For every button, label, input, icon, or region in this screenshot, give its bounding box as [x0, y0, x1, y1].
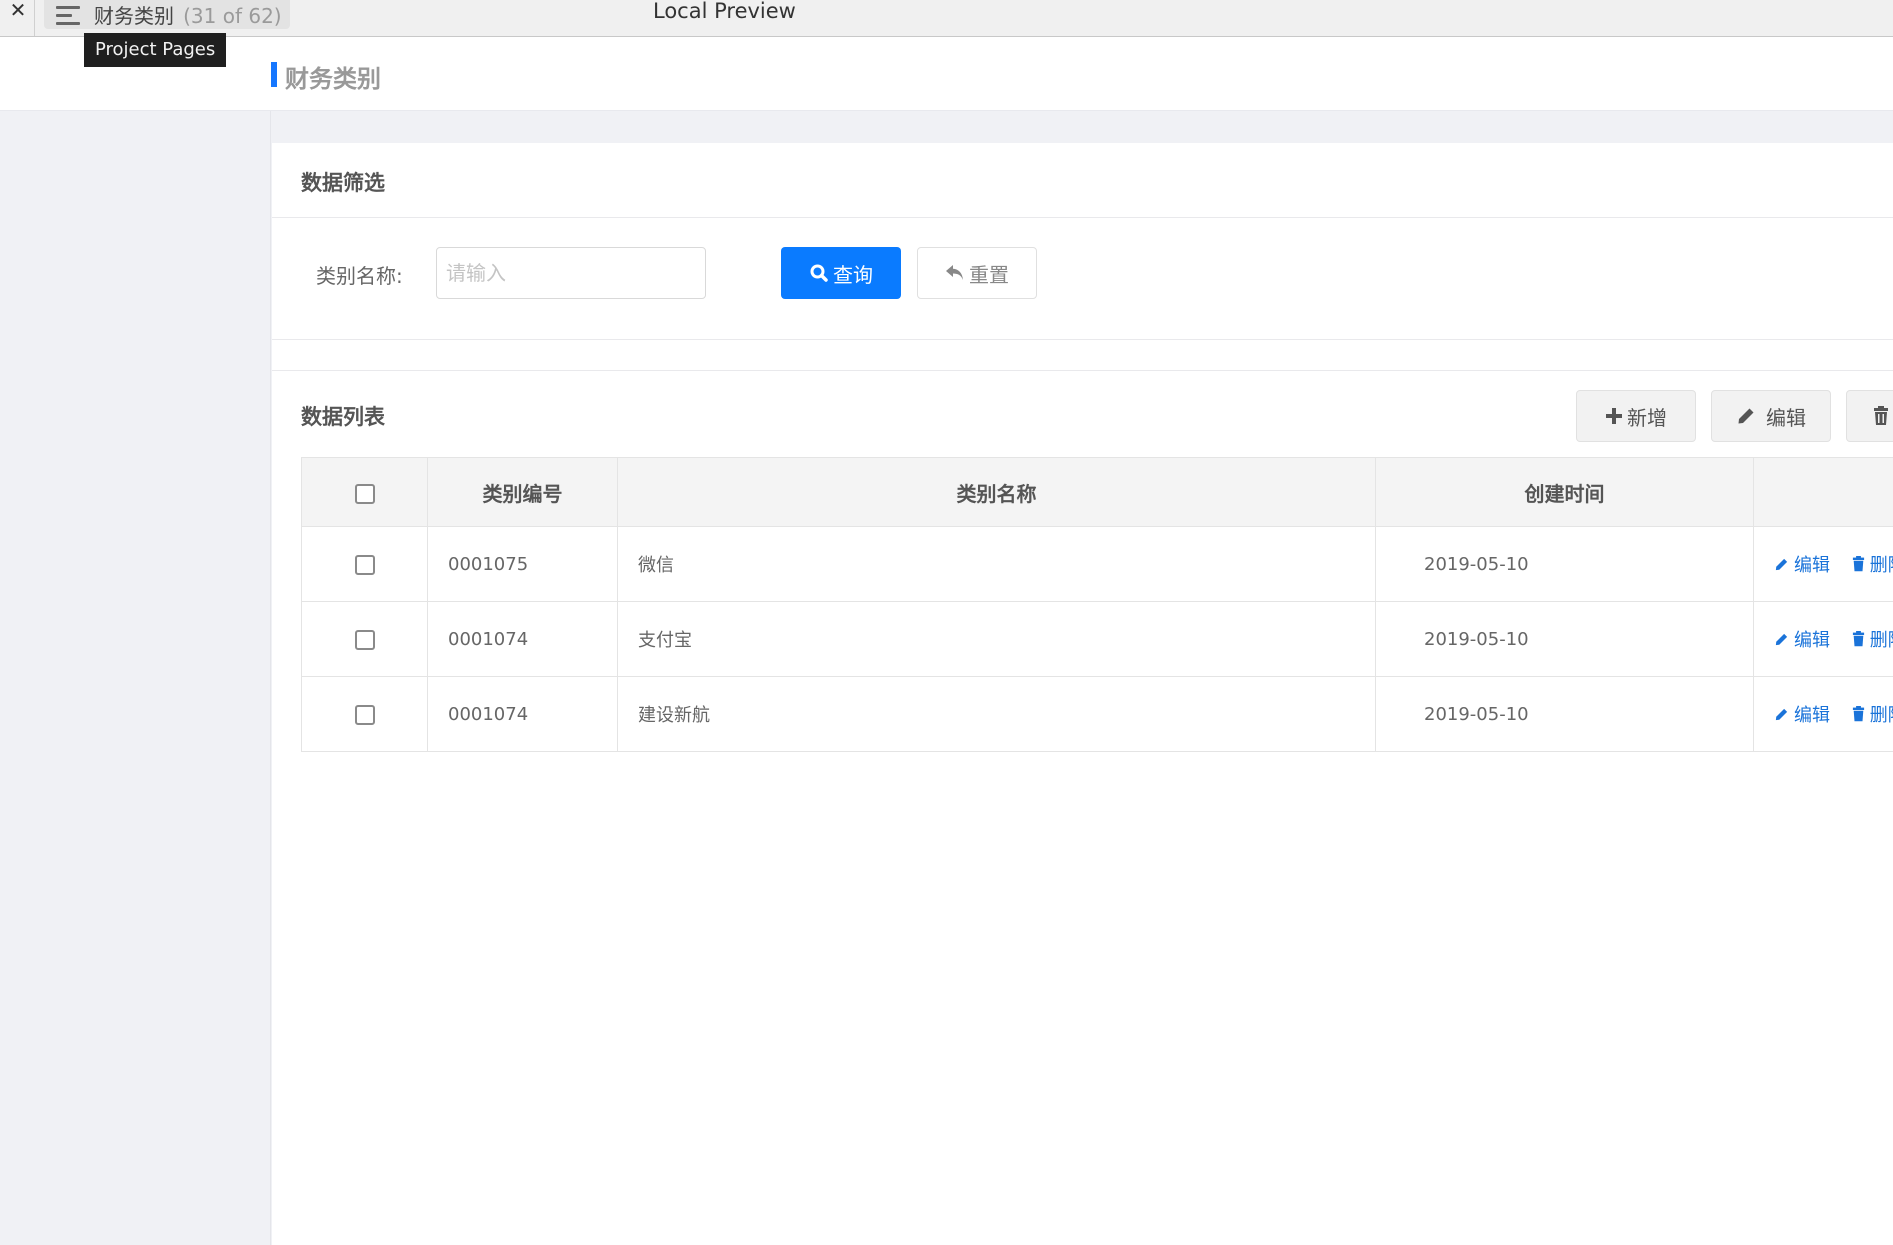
column-header[interactable]: 创建时间: [1375, 457, 1754, 527]
window-title: Local Preview: [653, 0, 796, 23]
row-checkbox[interactable]: [354, 554, 375, 575]
query-button[interactable]: 查询: [781, 247, 901, 299]
plus-icon: [1606, 408, 1622, 424]
row-checkbox[interactable]: [354, 629, 375, 650]
row-select-cell: [301, 526, 428, 602]
row-delete-label: 删除: [1869, 554, 1893, 576]
row-checkbox[interactable]: [354, 704, 375, 725]
created-date: 2019-05-10: [1375, 676, 1754, 752]
edit-label: 编辑: [1766, 405, 1806, 430]
row-edit-link[interactable]: 编辑: [1774, 701, 1830, 727]
query-label: 查询: [833, 262, 873, 287]
column-header[interactable]: 类别编号: [427, 457, 618, 527]
row-actions: 编辑 删除: [1753, 676, 1893, 752]
category-name-label: 类别名称:: [316, 264, 403, 288]
trash-icon: [1874, 406, 1888, 425]
row-delete-link[interactable]: 删除: [1852, 701, 1893, 727]
search-icon: [810, 264, 828, 282]
select-all-checkbox[interactable]: [354, 483, 375, 504]
row-actions: 编辑 删除: [1753, 526, 1893, 602]
pencil-icon: [1775, 708, 1788, 720]
category-table: 类别编号 类别名称 创建时间 0001075 微信 2019-05-10 编辑: [301, 457, 1893, 752]
select-all-cell: [301, 457, 428, 527]
main-content: 数据筛选 类别名称: 查询 重置 数据列表 新增 编辑: [272, 143, 1893, 1245]
column-header[interactable]: 类别名称: [617, 457, 1376, 527]
reply-icon: [946, 265, 963, 280]
add-label: 新增: [1627, 405, 1667, 430]
page-header: 财务类别: [0, 37, 1893, 111]
category-name: 建设新航: [617, 676, 1376, 752]
category-name: 支付宝: [617, 601, 1376, 677]
window-title-bar: ✕ 财务类别 (31 of 62) Local Preview: [0, 0, 1893, 37]
category-id: 0001075: [427, 526, 618, 602]
category-id: 0001074: [427, 601, 618, 677]
add-button[interactable]: 新增: [1576, 390, 1696, 442]
edit-button[interactable]: 编辑: [1711, 390, 1831, 442]
title-accent-bar: [271, 62, 277, 87]
table-row: 0001074 建设新航 2019-05-10 编辑 删除: [301, 676, 1893, 752]
column-header: [1753, 457, 1893, 527]
row-edit-link[interactable]: 编辑: [1774, 626, 1830, 652]
divider: [272, 217, 1893, 218]
table-row: 0001075 微信 2019-05-10 编辑 删除: [301, 526, 1893, 602]
tooltip: Project Pages: [84, 33, 227, 67]
trash-icon: [1852, 705, 1864, 721]
row-select-cell: [301, 601, 428, 677]
created-date: 2019-05-10: [1375, 526, 1754, 602]
category-id: 0001074: [427, 676, 618, 752]
row-select-cell: [301, 676, 428, 752]
reset-label: 重置: [969, 262, 1009, 287]
trash-icon: [1852, 555, 1864, 571]
table-row: 0001074 支付宝 2019-05-10 编辑 删除: [301, 601, 1893, 677]
delete-button[interactable]: [1846, 390, 1893, 442]
category-name-input[interactable]: [436, 247, 706, 299]
pencil-icon: [1738, 408, 1754, 424]
filter-section-title: 数据筛选: [301, 171, 385, 195]
divider: [272, 370, 1893, 371]
row-delete-label: 删除: [1869, 629, 1893, 651]
row-edit-link[interactable]: 编辑: [1774, 551, 1830, 577]
divider: [272, 339, 1893, 340]
created-date: 2019-05-10: [1375, 601, 1754, 677]
table-header-row: 类别编号 类别名称 创建时间: [301, 457, 1893, 527]
row-edit-label: 编辑: [1794, 630, 1830, 652]
pencil-icon: [1775, 633, 1788, 645]
pencil-icon: [1775, 558, 1788, 570]
list-section-title: 数据列表: [301, 405, 385, 429]
category-name: 微信: [617, 526, 1376, 602]
row-delete-label: 删除: [1869, 704, 1893, 726]
row-edit-label: 编辑: [1794, 555, 1830, 577]
row-edit-label: 编辑: [1794, 705, 1830, 727]
left-gutter: [0, 111, 271, 1245]
row-delete-link[interactable]: 删除: [1852, 626, 1893, 652]
trash-icon: [1852, 630, 1864, 646]
row-delete-link[interactable]: 删除: [1852, 551, 1893, 577]
reset-button[interactable]: 重置: [917, 247, 1037, 299]
row-actions: 编辑 删除: [1753, 601, 1893, 677]
page-title: 财务类别: [285, 65, 381, 93]
